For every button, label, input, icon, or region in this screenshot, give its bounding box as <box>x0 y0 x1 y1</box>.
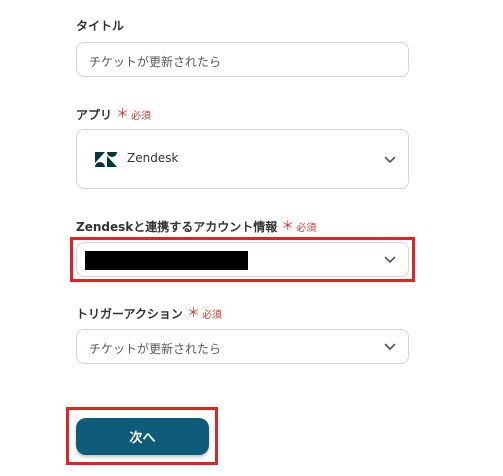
title-label: タイトル <box>76 19 125 33</box>
required-badge: ＊必須 <box>186 306 222 321</box>
title-input-value: チケットが更新されたら <box>89 55 222 69</box>
trigger-select-value: チケットが更新されたら <box>89 342 222 356</box>
account-label: Zendeskと連携するアカウント情報 ＊必須 <box>76 219 317 234</box>
app-select[interactable]: Zendesk <box>76 129 409 189</box>
trigger-label: トリガーアクション ＊必須 <box>76 306 222 321</box>
highlight-box-account <box>70 237 415 282</box>
app-label: アプリ ＊必須 <box>76 107 152 122</box>
required-badge: ＊必須 <box>116 107 152 122</box>
zendesk-logo-icon <box>95 152 117 167</box>
title-input[interactable]: チケットが更新されたら <box>76 42 409 77</box>
trigger-select[interactable]: チケットが更新されたら <box>76 329 409 364</box>
chevron-down-icon <box>384 156 396 163</box>
app-select-value: Zendesk <box>127 151 179 165</box>
required-badge: ＊必須 <box>281 219 317 234</box>
chevron-down-icon <box>384 343 396 350</box>
highlight-box-next <box>66 407 218 465</box>
